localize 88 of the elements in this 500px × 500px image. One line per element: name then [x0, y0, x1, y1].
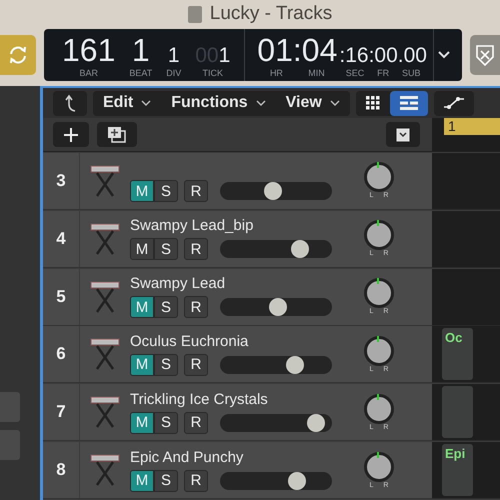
keyboard-stand-icon [90, 396, 120, 428]
window-title: Lucky - Tracks [210, 3, 332, 25]
keyboard-stand-icon [90, 454, 120, 486]
position-value: 1 [132, 34, 150, 66]
solo-button[interactable]: S [154, 470, 178, 492]
track-name: Epic And Punchy [130, 448, 244, 467]
position-label: DIV [166, 68, 182, 78]
region-name: Epi [445, 446, 466, 462]
slider-thumb[interactable] [286, 356, 304, 374]
track-number: 4 [55, 228, 67, 250]
solo-button[interactable]: S [154, 296, 178, 318]
solo-button[interactable]: S [154, 412, 178, 434]
automation-button[interactable] [434, 90, 474, 116]
keyboard-stand-icon [90, 164, 120, 197]
chevron-down-icon[interactable] [438, 51, 450, 59]
keyboard-stand-icon [90, 280, 120, 313]
pan-knob[interactable] [364, 278, 394, 308]
pan-knob[interactable] [364, 336, 394, 366]
volume-slider[interactable] [220, 298, 332, 316]
time-label: MIN [308, 68, 325, 78]
track-number: 5 [55, 286, 67, 308]
list-icon [400, 96, 418, 110]
slider-thumb[interactable] [268, 298, 287, 316]
track-name: Oculus Euchronia [130, 332, 250, 351]
slider-thumb[interactable] [307, 414, 326, 432]
solo-button[interactable]: S [154, 354, 178, 376]
track-number: 8 [55, 459, 67, 482]
time-label: SUB [402, 68, 421, 78]
plus-icon [63, 126, 79, 142]
volume-slider[interactable] [220, 182, 332, 200]
volume-slider[interactable] [220, 356, 332, 374]
time-label: HR [270, 68, 283, 78]
volume-slider[interactable] [220, 472, 332, 490]
playhead-marker: 1 [444, 118, 500, 135]
slider-thumb[interactable] [288, 472, 306, 490]
slider-thumb[interactable] [290, 240, 308, 258]
chevron-box-icon [396, 128, 410, 142]
record-button[interactable]: R [184, 238, 208, 260]
region-block [442, 386, 473, 438]
slider-thumb[interactable] [264, 182, 282, 200]
time-value: 01:04 [257, 34, 338, 66]
close-button[interactable] [470, 35, 500, 75]
chevron-down-icon [141, 100, 152, 106]
time-value: :16:00.00 [339, 45, 427, 66]
curved-arrow-icon [63, 94, 77, 112]
time-label: SEC [346, 68, 364, 78]
pan-knob[interactable] [364, 452, 394, 482]
shield-close-icon [475, 43, 495, 67]
view-toggle[interactable] [390, 90, 428, 116]
track-number: 3 [55, 170, 67, 192]
chevron-down-icon [256, 100, 266, 106]
mute-button[interactable]: M [130, 238, 154, 260]
duplicate-track-button[interactable] [97, 122, 137, 147]
cycle-icon [7, 44, 29, 66]
keyboard-stand-icon [90, 222, 120, 255]
record-button[interactable]: R [184, 296, 208, 318]
pan-knob[interactable] [364, 394, 394, 424]
volume-slider[interactable] [220, 240, 332, 258]
duplicate-icon [107, 126, 127, 144]
collapse-button[interactable] [386, 122, 420, 147]
position-label: TICK [202, 68, 224, 78]
back-button[interactable] [53, 90, 87, 116]
track-number: 7 [55, 401, 67, 424]
time-label: FR [377, 68, 390, 78]
track-name: Swampy Lead_bip [130, 217, 254, 236]
position-value: 1 [168, 45, 180, 66]
automation-curve-icon [444, 97, 464, 109]
grid-icon [366, 96, 380, 110]
track-name: Swampy Lead [130, 275, 226, 294]
record-button[interactable]: R [184, 354, 208, 376]
position-label: BEAT [129, 68, 152, 78]
track-number: 6 [55, 343, 67, 366]
record-button[interactable]: R [184, 412, 208, 434]
pan-knob[interactable] [364, 162, 394, 192]
position-value: 161 [62, 34, 116, 66]
document-icon [188, 6, 202, 22]
track-name: Trickling Ice Crystals [130, 390, 269, 409]
chevron-down-icon [330, 100, 340, 106]
volume-slider[interactable] [220, 414, 332, 432]
region-name: Oc [445, 330, 464, 346]
record-button[interactable]: R [184, 180, 208, 202]
keyboard-stand-icon [90, 338, 120, 370]
solo-button[interactable]: S [154, 180, 178, 202]
add-track-button[interactable] [53, 122, 89, 147]
record-button[interactable]: R [184, 470, 208, 492]
solo-button[interactable]: S [154, 238, 178, 260]
pan-knob[interactable] [364, 220, 394, 250]
position-label: BAR [79, 68, 98, 78]
